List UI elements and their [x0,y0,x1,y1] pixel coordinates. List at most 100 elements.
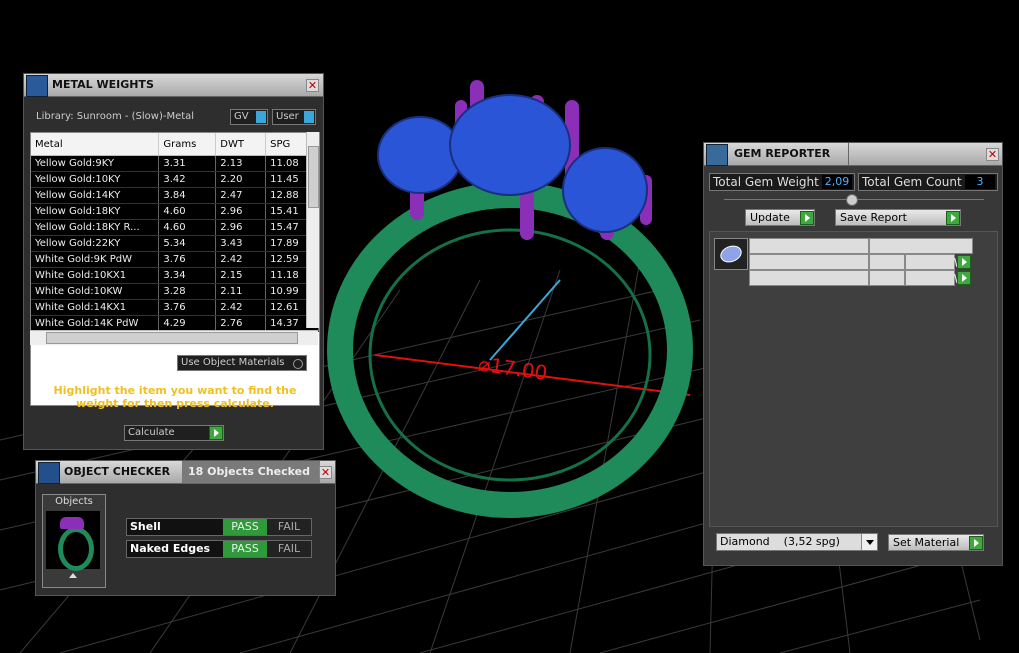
save-report-button[interactable]: Save Report [835,209,961,226]
hscroll-thumb[interactable] [46,332,298,344]
fail-badge: FAIL [267,519,311,535]
total-gem-weight: Total Gem Weight 2,09 [709,173,855,191]
go-arrow-icon [209,426,223,440]
check-name: Shell [130,520,161,533]
objects-label: Objects [55,496,93,507]
set-material-button[interactable]: Set Material [888,534,984,551]
splitter[interactable] [724,194,984,206]
check-row: Naked Edges PASS FAIL [126,540,312,558]
go-arrow-icon [969,536,983,550]
column-header[interactable]: Grams [158,133,217,156]
use-object-materials-label: Use Object Materials [181,357,285,368]
objects-box: Objects [42,494,106,588]
user-label: User [276,111,299,122]
table-cell: 5.34 [158,235,217,252]
gem-list-area[interactable]: Oval Diamond 8,00 X 6,00 1 1,09tw 6,50 X 4,… [709,231,998,527]
column-header[interactable]: Metal [31,133,160,156]
gv-label: GV [234,111,249,122]
save-report-label: Save Report [840,211,907,224]
table-cell: 2.42 [215,299,267,316]
table-cell: 4.60 [158,203,217,220]
go-arrow-icon[interactable] [957,271,971,285]
table-row[interactable]: Yellow Gold:10KY 3.42 2.20 11.45 [31,171,319,188]
metal-grid: Metal Grams DWT SPG Yellow Gold:9KY 3.31 2.13… [31,133,319,332]
table-cell: 2.20 [215,171,267,188]
metal-weights-panel: METAL WEIGHTS ✕ Library: Sunroom - (Slow… [23,73,324,450]
user-toggle[interactable]: User [272,109,316,125]
flask-icon [26,75,48,97]
gem-weight: 1,00tw [905,268,961,287]
go-arrow-icon[interactable] [957,255,971,269]
gv-toggle[interactable]: GV [230,109,268,125]
object-checker-panel: OBJECT CHECKER 18 Objects Checked ✕ Obje… [35,460,336,596]
check-row: Shell PASS FAIL [126,518,312,536]
update-button[interactable]: Update [745,209,815,226]
table-row[interactable]: Yellow Gold:22KY 5.34 3.43 17.89 [31,235,319,252]
axis-line [489,279,561,361]
collapse-arrow-icon[interactable] [69,573,77,578]
oval-gem-icon[interactable] [714,238,748,270]
table-row[interactable]: White Gold:10KW 3.28 2.11 10.99 [31,283,319,300]
table-cell: 3.28 [158,283,217,300]
total-gem-count-label: Total Gem Count [862,175,962,189]
table-row[interactable]: Yellow Gold:18KY R... 4.60 2.96 15.47 [31,219,319,236]
material-select[interactable]: Diamond (3,52 spg) [716,533,878,551]
metal-table-header: Metal Grams DWT SPG [31,133,319,156]
table-cell: 2.96 [215,219,267,236]
table-row[interactable]: White Gold:14KX1 3.76 2.42 12.61 [31,299,319,316]
table-row[interactable]: Yellow Gold:18KY 4.60 2.96 15.41 [31,203,319,220]
table-cell: White Gold:14KX1 [31,299,160,316]
table-cell: 3.76 [158,299,217,316]
fail-badge: FAIL [267,541,311,557]
go-arrow-icon [946,211,960,225]
chevron-down-icon[interactable] [861,534,877,550]
column-header[interactable]: DWT [215,133,267,156]
total-gem-count-value: 3 [965,175,995,189]
table-cell: 3.42 [158,171,217,188]
table-cell: 2.47 [215,187,267,204]
object-checker-titlebar[interactable]: OBJECT CHECKER 18 Objects Checked ✕ [36,461,335,484]
table-row[interactable]: White Gold:10KX1 3.34 2.15 11.18 [31,267,319,284]
total-gem-weight-label: Total Gem Weight [713,175,819,189]
table-row[interactable]: White Gold:9K PdW 3.76 2.42 12.59 [31,251,319,268]
table-cell: 3.43 [215,235,267,252]
scroll-thumb[interactable] [308,146,319,208]
total-gem-weight-value: 2,09 [822,175,852,189]
user-toggle-indicator [304,111,314,123]
metal-weights-title: METAL WEIGHTS [52,78,154,91]
radio-icon [293,359,303,369]
go-arrow-icon [800,211,814,225]
calculate-label: Calculate [128,427,175,438]
table-cell: Yellow Gold:18KY [31,203,160,220]
oval-gem-shape [717,242,745,266]
table-cell: Yellow Gold:14KY [31,187,160,204]
gem-size: 6,50 X 4,50 [749,270,869,286]
object-thumbnail[interactable] [46,511,100,571]
ring-band [327,182,693,518]
vertical-scrollbar[interactable] [306,132,319,328]
table-cell: 3.76 [158,251,217,268]
table-row[interactable]: Yellow Gold:14KY 3.84 2.47 12.88 [31,187,319,204]
table-cell: Yellow Gold:18KY R... [31,219,160,236]
use-object-materials-toggle[interactable]: Use Object Materials [177,355,307,371]
title-separator [848,143,849,165]
check-name: Naked Edges [130,542,211,555]
table-row[interactable]: Yellow Gold:9KY 3.31 2.13 11.08 [31,155,319,172]
gem-reporter-titlebar[interactable]: GEM REPORTER ✕ [704,143,1002,166]
table-cell: White Gold:9K PdW [31,251,160,268]
prong-thumbnail-icon [60,517,84,529]
horizontal-scrollbar[interactable] [30,330,318,345]
gv-toggle-indicator [256,111,266,123]
report-icon [706,144,728,166]
gem-qty: 2 [869,270,905,286]
close-icon[interactable]: ✕ [986,148,999,161]
table-cell: 3.84 [158,187,217,204]
close-icon[interactable]: ✕ [306,79,319,92]
chevron-down-glyph [866,540,874,545]
ring-thumbnail-icon [58,527,94,571]
calculate-button[interactable]: Calculate [124,425,224,441]
close-icon[interactable]: ✕ [319,466,332,479]
splitter-handle-icon[interactable] [846,194,858,206]
metal-weights-titlebar[interactable]: METAL WEIGHTS ✕ [24,74,323,97]
library-label: Library: Sunroom - (Slow)-Metal [36,111,195,122]
